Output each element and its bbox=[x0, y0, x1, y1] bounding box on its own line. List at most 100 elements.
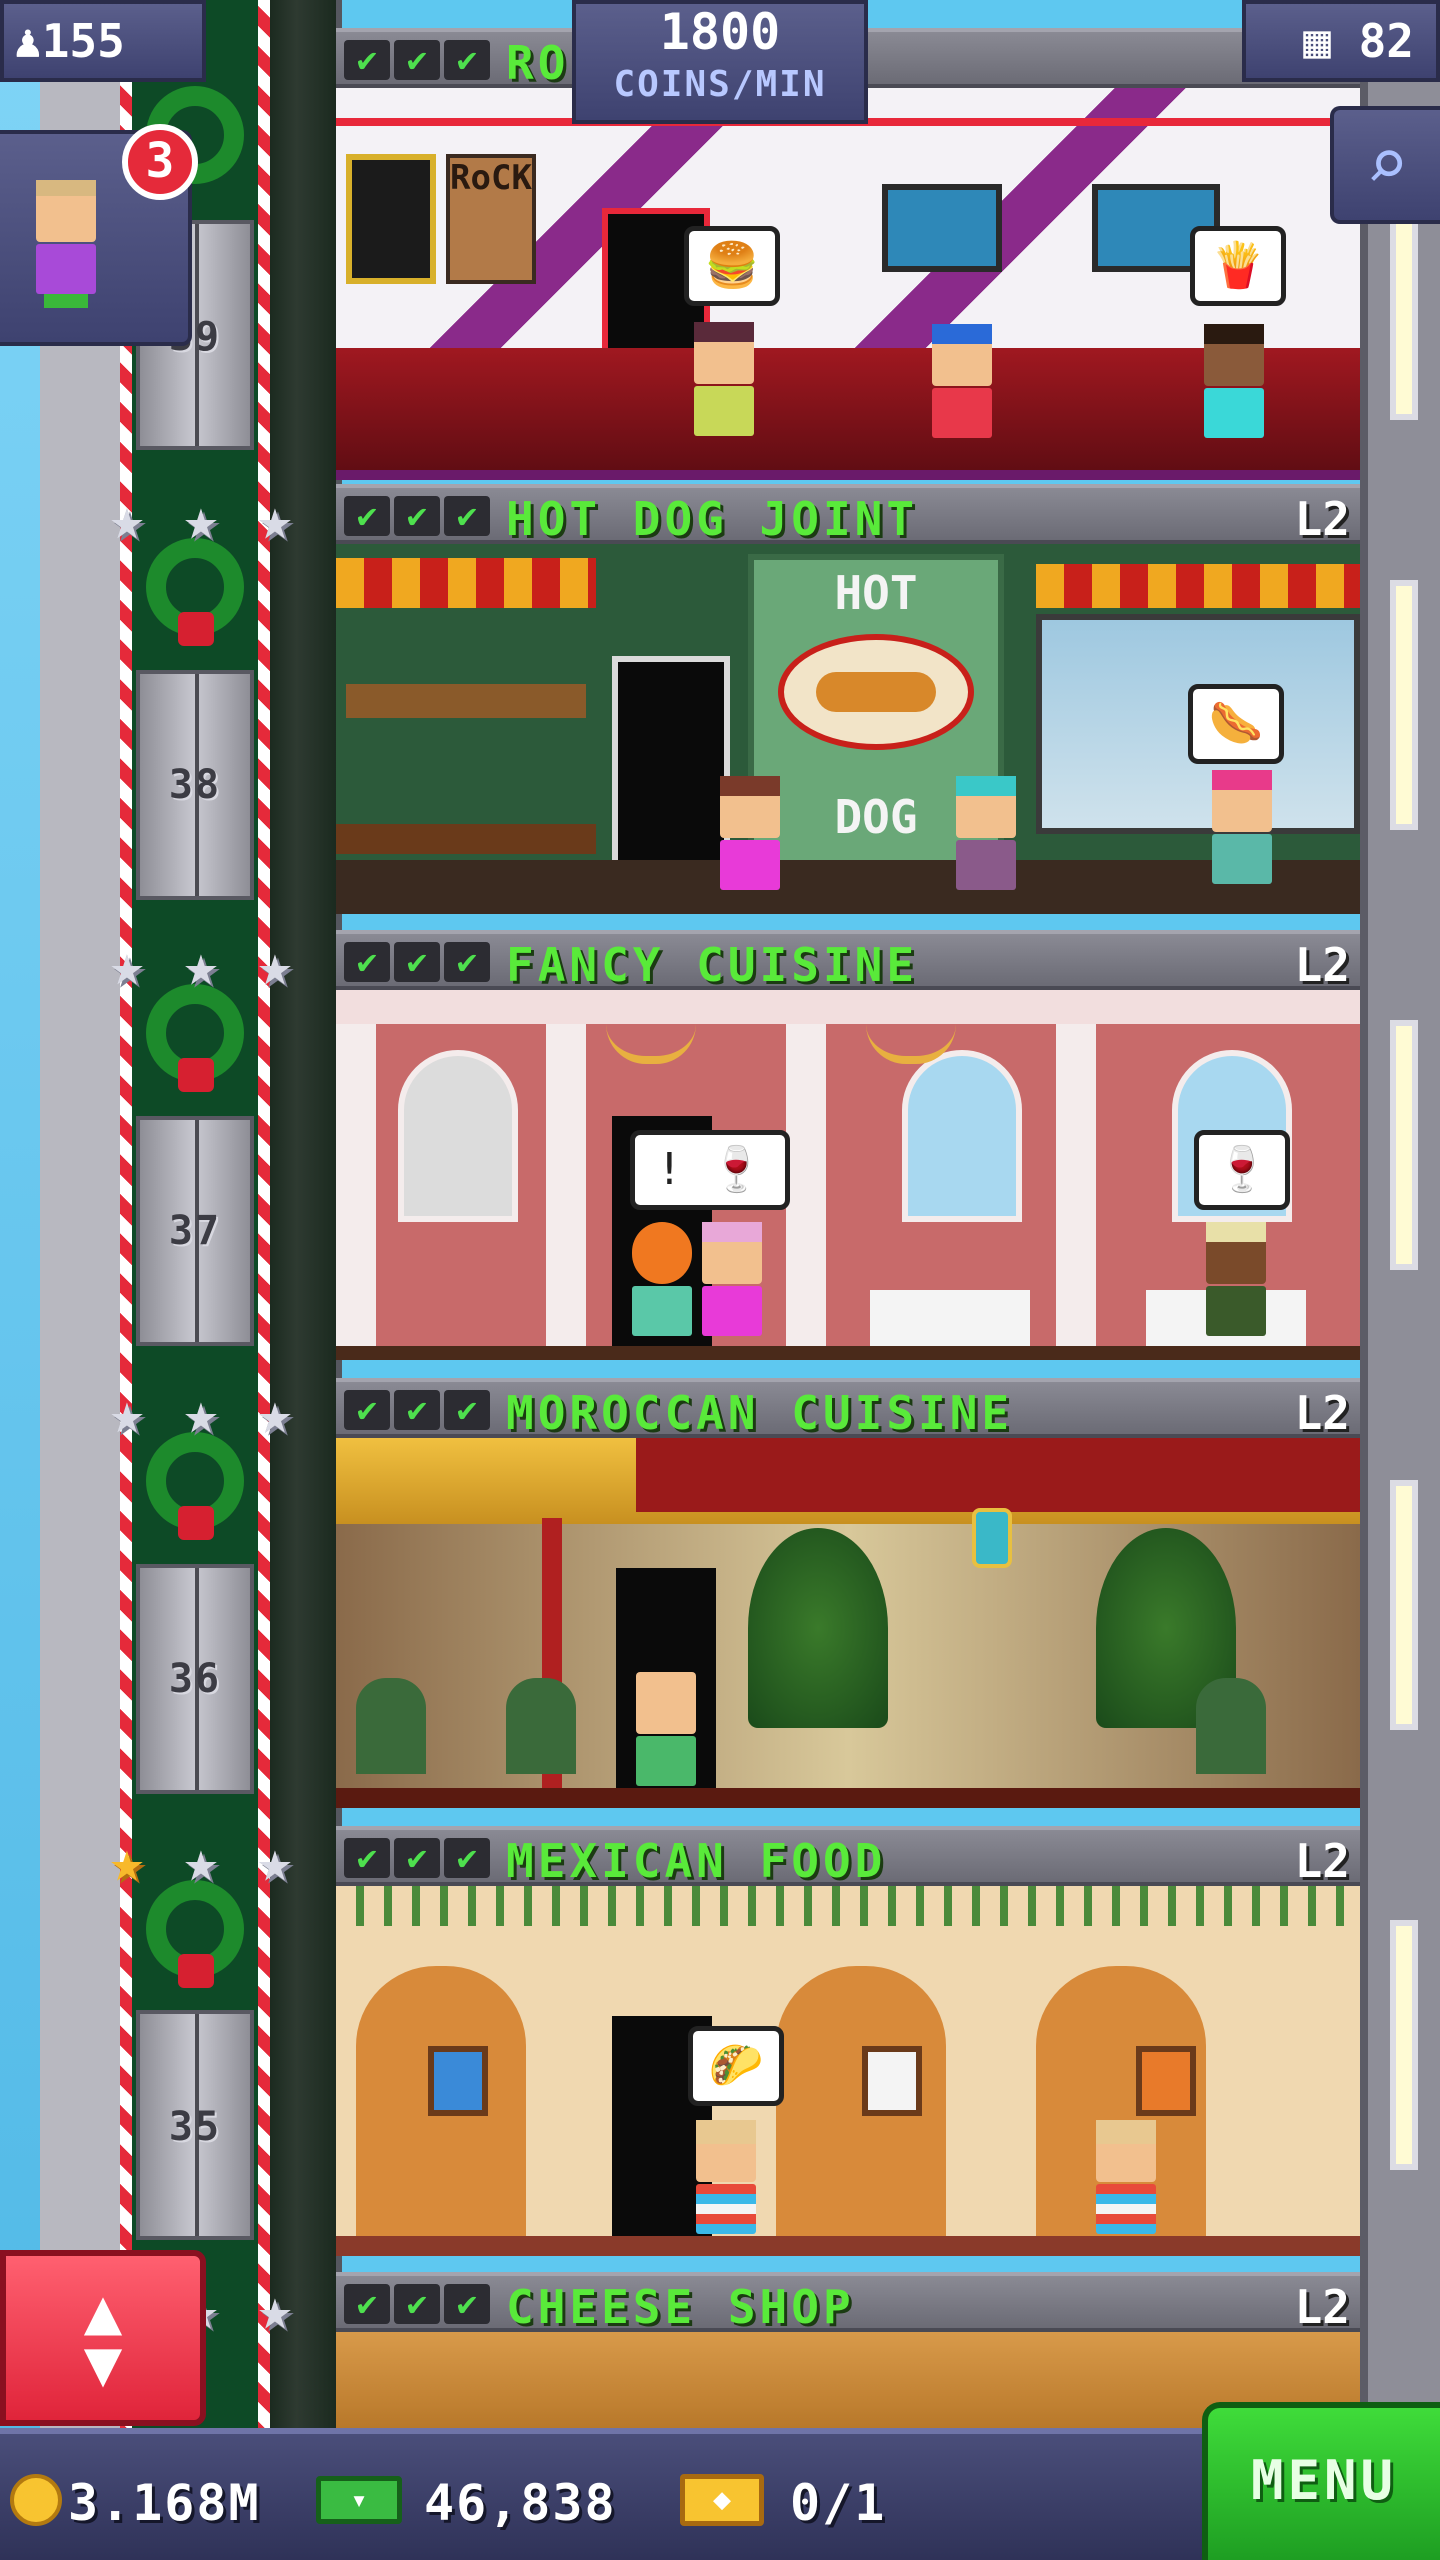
room-moroccan-cuisine[interactable] bbox=[336, 1438, 1360, 1808]
bitizen[interactable] bbox=[702, 1222, 762, 1336]
palm-plant bbox=[748, 1528, 888, 1728]
floor-level: L2 bbox=[1294, 2280, 1350, 2334]
floor-level: L2 bbox=[1294, 492, 1350, 546]
floor-name: CHEESE SHOP bbox=[506, 2280, 855, 2334]
elevator-outer-wall bbox=[40, 0, 126, 2560]
fries-bubble-icon[interactable]: 🍟 bbox=[1190, 226, 1286, 306]
coins-rate-unit: COINS/MIN bbox=[613, 64, 827, 105]
check-icon: ✔ bbox=[394, 496, 440, 536]
star-icon: ★ bbox=[257, 1379, 293, 1447]
search-icon: ⌕ bbox=[1365, 122, 1409, 206]
hot-dog-icon bbox=[778, 634, 974, 750]
window bbox=[1390, 580, 1418, 830]
room-rock-diner[interactable]: RoCK 🍔 🍟 bbox=[336, 88, 1360, 480]
wall-painting bbox=[1136, 2046, 1196, 2116]
bitizen[interactable] bbox=[694, 322, 754, 436]
bux-value[interactable]: 46,838 bbox=[424, 2474, 617, 2532]
column bbox=[786, 1024, 826, 1360]
wall-painting bbox=[428, 2046, 488, 2116]
hot-dog-bubble-icon[interactable]: 🌭 bbox=[1188, 684, 1284, 764]
search-button[interactable]: ⌕ bbox=[1330, 106, 1440, 224]
menu-button[interactable]: MENU bbox=[1202, 2402, 1440, 2560]
floor-header-moroccan-cuisine[interactable]: ✔ ✔ ✔ MOROCCAN CUISINE L2 bbox=[336, 1378, 1360, 1440]
floor-name: MOROCCAN CUISINE bbox=[506, 1386, 1014, 1440]
bow-icon bbox=[178, 612, 214, 646]
check-icon: ✔ bbox=[394, 942, 440, 982]
floor-stools bbox=[336, 860, 1360, 914]
star-icon: ★ bbox=[109, 1379, 145, 1447]
floor-name: HOT DOG JOINT bbox=[506, 492, 919, 546]
arched-window bbox=[902, 1050, 1022, 1222]
check-icon: ✔ bbox=[394, 1838, 440, 1878]
bitizen[interactable] bbox=[1212, 770, 1272, 884]
floor-stars-35: ★ ★ ★ bbox=[96, 1830, 306, 1894]
candy-cane-rail-left bbox=[120, 0, 132, 2560]
tv-screen bbox=[882, 184, 1002, 272]
tile-border bbox=[336, 1886, 1360, 1926]
room-fancy-cuisine[interactable]: ! 🍷 🍷 bbox=[336, 990, 1360, 1360]
room-hot-dog-joint[interactable]: HOT DOG 🌭 bbox=[336, 544, 1360, 914]
column bbox=[546, 1024, 586, 1360]
floor-count-value: 82 bbox=[1358, 14, 1414, 68]
star-icon: ★ bbox=[109, 485, 145, 553]
alert-wine-bubble-icon[interactable]: ! 🍷 bbox=[630, 1130, 790, 1210]
check-icon: ✔ bbox=[444, 942, 490, 982]
check-icon: ✔ bbox=[444, 40, 490, 80]
elevator-arrows-icon: ▲ ▼ bbox=[83, 2275, 123, 2401]
floor-header-hot-dog-joint[interactable]: ✔ ✔ ✔ HOT DOG JOINT L2 bbox=[336, 484, 1360, 546]
check-icon: ✔ bbox=[444, 1838, 490, 1878]
floor-header-cheese-shop[interactable]: ✔ ✔ ✔ CHEESE SHOP L2 bbox=[336, 2272, 1360, 2334]
floor-level: L2 bbox=[1294, 938, 1350, 992]
wine-bubble-icon[interactable]: 🍷 bbox=[1194, 1130, 1290, 1210]
star-icon: ★ bbox=[183, 1827, 219, 1895]
bitizen[interactable] bbox=[636, 1672, 696, 1786]
check-icon: ✔ bbox=[394, 1390, 440, 1430]
red-curtain bbox=[636, 1438, 1360, 1512]
floors-icon: ▦ bbox=[1303, 14, 1331, 68]
star-icon: ★ bbox=[257, 485, 293, 553]
visitor-count-badge: 3 bbox=[122, 124, 198, 200]
stock-checks: ✔ ✔ ✔ bbox=[344, 40, 490, 80]
floor-header-fancy-cuisine[interactable]: ✔ ✔ ✔ FANCY CUISINE L2 bbox=[336, 930, 1360, 992]
stock-checks: ✔ ✔ ✔ bbox=[344, 1390, 490, 1430]
bitizen[interactable] bbox=[1206, 1222, 1266, 1336]
check-icon: ✔ bbox=[444, 496, 490, 536]
room-mexican-food[interactable]: 🌮 bbox=[336, 1886, 1360, 2256]
bitizen[interactable] bbox=[932, 324, 992, 438]
alert-text: ! bbox=[656, 1144, 683, 1195]
star-icon: ★ bbox=[257, 931, 293, 999]
floor-number-38: 38 bbox=[168, 762, 222, 808]
dining-table bbox=[870, 1290, 1030, 1346]
population-value: 155 bbox=[41, 14, 125, 68]
bitizen-pumpkin[interactable] bbox=[632, 1222, 692, 1336]
column bbox=[336, 1024, 376, 1360]
check-icon: ✔ bbox=[344, 1390, 390, 1430]
bow-icon bbox=[178, 1506, 214, 1540]
check-icon: ✔ bbox=[344, 496, 390, 536]
check-icon: ✔ bbox=[394, 2284, 440, 2324]
wall-painting bbox=[862, 2046, 922, 2116]
bitizen[interactable] bbox=[1204, 324, 1264, 438]
rock-poster: RoCK bbox=[446, 154, 536, 284]
floor-header-mexican-food[interactable]: ✔ ✔ ✔ MEXICAN FOOD L2 bbox=[336, 1826, 1360, 1888]
chair bbox=[1196, 1678, 1266, 1774]
sky-background bbox=[0, 0, 40, 2560]
bitizen[interactable] bbox=[956, 776, 1016, 890]
chandelier bbox=[606, 1024, 696, 1064]
bitizen-sombrero[interactable] bbox=[696, 2120, 756, 2234]
coins-value[interactable]: 3.168M bbox=[68, 2474, 261, 2532]
floor-counter[interactable]: ▦ 82 bbox=[1242, 0, 1440, 82]
bitizen-sombrero[interactable] bbox=[1096, 2120, 1156, 2234]
star-icon: ★ bbox=[183, 485, 219, 553]
tickets-value[interactable]: 0/1 bbox=[790, 2474, 886, 2532]
floor-stars-38: ★ ★ ★ bbox=[96, 488, 306, 552]
population-counter[interactable]: ♟155 bbox=[0, 0, 206, 82]
gold-record-frame bbox=[346, 154, 436, 284]
bitizen[interactable] bbox=[720, 776, 780, 890]
taco-bubble-icon[interactable]: 🌮 bbox=[688, 2026, 784, 2106]
stock-checks: ✔ ✔ ✔ bbox=[344, 942, 490, 982]
burger-bubble-icon[interactable]: 🍔 bbox=[684, 226, 780, 306]
check-icon: ✔ bbox=[344, 2284, 390, 2324]
elevator-button[interactable]: ▲ ▼ bbox=[0, 2250, 206, 2426]
lantern bbox=[972, 1508, 1012, 1568]
